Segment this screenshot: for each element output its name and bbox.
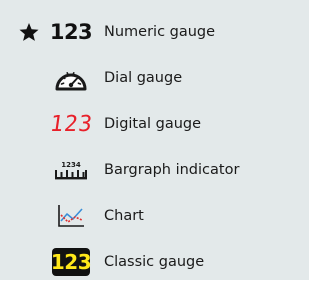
menu-item-label: Bargraph indicator bbox=[104, 162, 240, 178]
menu-item-classic-gauge[interactable]: 123 Classic gauge bbox=[0, 239, 309, 285]
bargraph-scale-label: 1234 bbox=[61, 161, 81, 169]
menu-item-numeric-gauge[interactable]: 123 Numeric gauge bbox=[0, 9, 309, 55]
chart-icon bbox=[49, 201, 93, 231]
numeric-123-icon: 123 bbox=[49, 20, 93, 44]
menu-item-dial-gauge[interactable]: Dial gauge bbox=[0, 55, 309, 101]
bargraph-icon: 1234 bbox=[49, 155, 93, 185]
menu-item-label: Numeric gauge bbox=[104, 24, 216, 40]
menu-item-label: Chart bbox=[104, 208, 144, 224]
menu-item-label: Digital gauge bbox=[104, 116, 202, 132]
gauge-type-menu: 123 Numeric gauge Dial gauge 123 Digital… bbox=[0, 0, 309, 280]
classic-123-icon: 123 bbox=[50, 248, 92, 276]
menu-item-label: Dial gauge bbox=[104, 70, 183, 86]
digital-123-icon: 123 bbox=[47, 111, 95, 137]
menu-item-label: Classic gauge bbox=[104, 254, 205, 270]
menu-item-bargraph-indicator[interactable]: 1234 Bargraph indicator bbox=[0, 147, 309, 193]
menu-item-chart[interactable]: Chart bbox=[0, 193, 309, 239]
menu-item-digital-gauge[interactable]: 123 Digital gauge bbox=[0, 101, 309, 147]
dial-gauge-icon bbox=[49, 63, 93, 93]
star-check-icon bbox=[18, 21, 40, 43]
